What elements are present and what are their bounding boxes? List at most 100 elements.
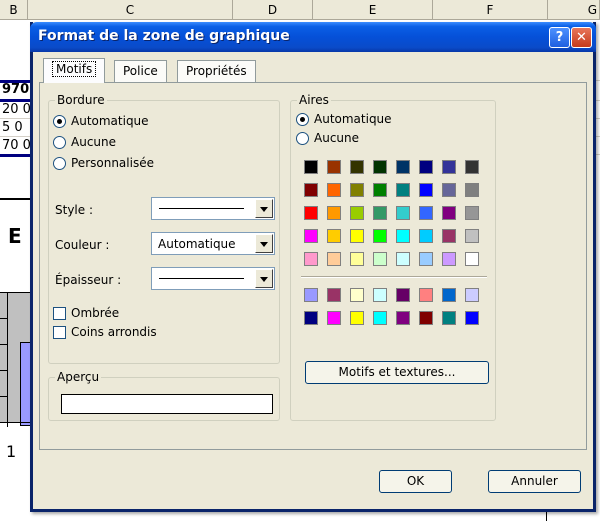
- help-button[interactable]: ?: [549, 27, 570, 48]
- radio-indicator: [53, 135, 66, 149]
- color-swatch[interactable]: [304, 288, 318, 302]
- weight-combobox[interactable]: [151, 267, 275, 290]
- weight-label: Épaisseur :: [55, 273, 122, 287]
- color-swatch[interactable]: [304, 160, 318, 174]
- color-swatch[interactable]: [419, 288, 433, 302]
- column-header-e[interactable]: E: [313, 0, 433, 20]
- radio-indicator: [296, 131, 309, 145]
- radio-label: Personnalisée: [71, 156, 154, 170]
- checkbox-indicator: [53, 306, 66, 320]
- close-button[interactable]: ✕: [571, 27, 592, 48]
- color-swatch[interactable]: [327, 206, 341, 220]
- border-custom-radio[interactable]: Personnalisée: [53, 155, 154, 171]
- color-swatch[interactable]: [465, 311, 479, 325]
- column-header-g[interactable]: G: [548, 0, 600, 20]
- color-swatch[interactable]: [396, 183, 410, 197]
- color-swatch[interactable]: [373, 311, 387, 325]
- color-swatch[interactable]: [373, 288, 387, 302]
- color-swatch[interactable]: [373, 160, 387, 174]
- color-swatch[interactable]: [327, 183, 341, 197]
- color-swatch[interactable]: [350, 206, 364, 220]
- chart-tick-fragment: [0, 344, 8, 345]
- color-swatch[interactable]: [304, 206, 318, 220]
- color-swatch[interactable]: [304, 183, 318, 197]
- color-swatch[interactable]: [419, 252, 433, 266]
- color-swatch[interactable]: [373, 183, 387, 197]
- rounded-corners-checkbox[interactable]: Coins arrondis: [53, 324, 157, 340]
- color-swatch[interactable]: [396, 160, 410, 174]
- color-swatch[interactable]: [419, 206, 433, 220]
- dropdown-arrow-icon[interactable]: [255, 269, 273, 288]
- color-swatch[interactable]: [373, 252, 387, 266]
- cancel-button[interactable]: Annuler: [488, 470, 581, 493]
- color-swatch[interactable]: [419, 229, 433, 243]
- fill-effects-button[interactable]: Motifs et textures...: [305, 361, 489, 384]
- column-header-b[interactable]: B: [0, 0, 28, 20]
- color-swatch[interactable]: [465, 206, 479, 220]
- area-none-radio[interactable]: Aucune: [296, 130, 359, 146]
- column-header-d[interactable]: D: [233, 0, 313, 20]
- tab-motifs[interactable]: Motifs: [43, 58, 106, 83]
- color-swatch[interactable]: [396, 288, 410, 302]
- color-swatch[interactable]: [373, 206, 387, 220]
- color-swatch[interactable]: [465, 288, 479, 302]
- color-combobox[interactable]: Automatique: [151, 232, 275, 255]
- color-swatch[interactable]: [396, 252, 410, 266]
- cell-fragment: 970: [2, 82, 30, 97]
- ok-button[interactable]: OK: [379, 470, 452, 493]
- tab-police[interactable]: Police: [114, 60, 167, 82]
- color-swatch[interactable]: [419, 160, 433, 174]
- color-swatch[interactable]: [350, 229, 364, 243]
- color-swatch[interactable]: [465, 183, 479, 197]
- dialog-titlebar[interactable]: Format de la zone de graphique ? ✕: [30, 22, 596, 52]
- color-swatch[interactable]: [419, 183, 433, 197]
- color-swatch[interactable]: [442, 311, 456, 325]
- color-swatch[interactable]: [442, 288, 456, 302]
- radio-label: Automatique: [71, 114, 149, 128]
- color-swatch[interactable]: [304, 252, 318, 266]
- color-swatch[interactable]: [396, 229, 410, 243]
- border-none-radio[interactable]: Aucune: [53, 134, 116, 150]
- area-automatic-radio[interactable]: Automatique: [296, 111, 392, 127]
- color-swatch[interactable]: [465, 160, 479, 174]
- color-swatch[interactable]: [442, 183, 456, 197]
- shadow-checkbox[interactable]: Ombrée: [53, 305, 119, 321]
- color-swatch[interactable]: [396, 206, 410, 220]
- color-swatch[interactable]: [396, 311, 410, 325]
- chart-tick-fragment: [0, 318, 8, 319]
- color-swatch[interactable]: [327, 311, 341, 325]
- color-swatch[interactable]: [350, 311, 364, 325]
- grid-fragment: [546, 512, 547, 521]
- color-swatch[interactable]: [442, 160, 456, 174]
- color-swatch[interactable]: [304, 229, 318, 243]
- color-swatch[interactable]: [373, 229, 387, 243]
- color-swatch[interactable]: [304, 311, 318, 325]
- color-swatch[interactable]: [350, 183, 364, 197]
- tab-proprietes[interactable]: Propriétés: [177, 60, 256, 82]
- checkbox-label: Coins arrondis: [71, 325, 157, 339]
- border-automatic-radio[interactable]: Automatique: [53, 113, 149, 129]
- color-swatch[interactable]: [327, 229, 341, 243]
- column-header-c[interactable]: C: [28, 0, 233, 20]
- color-swatch[interactable]: [465, 229, 479, 243]
- color-swatch[interactable]: [419, 311, 433, 325]
- color-swatch[interactable]: [327, 252, 341, 266]
- color-swatch[interactable]: [350, 252, 364, 266]
- cell-fragment: 5 0: [2, 120, 23, 135]
- dropdown-arrow-icon[interactable]: [255, 199, 273, 218]
- color-swatch[interactable]: [442, 252, 456, 266]
- color-swatch[interactable]: [327, 288, 341, 302]
- color-value: Automatique: [158, 237, 236, 251]
- column-header-f[interactable]: F: [433, 0, 548, 20]
- dropdown-arrow-icon[interactable]: [255, 234, 273, 253]
- chart-tick-fragment: [0, 370, 8, 371]
- checkbox-indicator: [53, 325, 66, 339]
- color-swatch[interactable]: [442, 206, 456, 220]
- color-swatch[interactable]: [327, 160, 341, 174]
- color-swatch[interactable]: [442, 229, 456, 243]
- color-swatch[interactable]: [465, 252, 479, 266]
- style-combobox[interactable]: [151, 197, 275, 220]
- color-swatch[interactable]: [350, 160, 364, 174]
- tab-label: Motifs: [52, 61, 97, 77]
- color-swatch[interactable]: [350, 288, 364, 302]
